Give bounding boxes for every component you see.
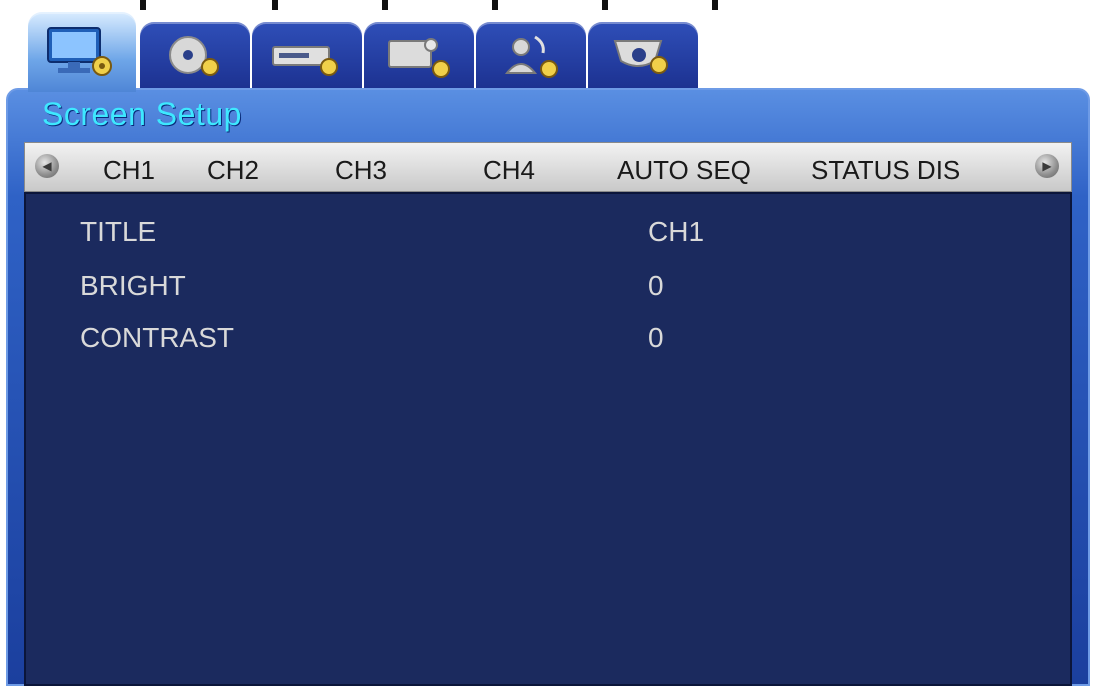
nav-item-ch1[interactable]: CH1 xyxy=(103,155,155,186)
tab-display[interactable] xyxy=(364,22,474,90)
nav-item-ch3[interactable]: CH3 xyxy=(335,155,387,186)
strip-tick xyxy=(492,0,498,10)
channel-navbar: ◀ CH1 CH2 CH3 CH4 AUTO SEQ STATUS DIS ▶ xyxy=(24,142,1072,192)
arrow-right-icon[interactable]: ▶ xyxy=(1035,154,1059,178)
setting-value-title[interactable]: CH1 xyxy=(648,216,704,248)
setting-label-bright: BRIGHT xyxy=(80,270,186,301)
tab-screen-setup[interactable] xyxy=(28,12,136,92)
arrow-left-icon[interactable]: ◀ xyxy=(35,154,59,178)
tab-network[interactable] xyxy=(476,22,586,90)
window-title: Screen Setup xyxy=(42,96,242,132)
setting-label-contrast: CONTRAST xyxy=(80,322,234,353)
nav-item-auto-seq[interactable]: AUTO SEQ xyxy=(617,155,751,186)
monitor-gear-icon xyxy=(47,27,112,76)
strip-tick xyxy=(272,0,278,10)
top-strip xyxy=(0,0,1094,10)
settings-panel: TITLE CH1 BRIGHT 0 CONTRAST 0 xyxy=(24,192,1072,686)
nav-item-ch2[interactable]: CH2 xyxy=(207,155,259,186)
strip-tick xyxy=(382,0,388,10)
monitor-camera-gear-icon xyxy=(388,38,450,78)
network-user-gear-icon xyxy=(504,35,558,78)
setup-window: Screen Setup ◀ CH1 CH2 CH3 CH4 AUTO SEQ … xyxy=(6,88,1090,686)
tab-recorder[interactable] xyxy=(252,22,362,90)
setting-label-title: TITLE xyxy=(80,216,157,247)
recorder-gear-icon xyxy=(272,46,338,76)
tab-disc[interactable] xyxy=(140,22,250,90)
dome-camera-gear-icon xyxy=(613,40,668,74)
setting-value-contrast[interactable]: 0 xyxy=(648,322,664,354)
strip-tick xyxy=(712,0,718,10)
setting-value-bright[interactable]: 0 xyxy=(648,270,664,302)
disc-gear-icon xyxy=(169,36,219,76)
strip-tick xyxy=(140,0,146,10)
nav-item-status-dis[interactable]: STATUS DIS xyxy=(811,155,960,186)
nav-item-ch4[interactable]: CH4 xyxy=(483,155,535,186)
strip-tick xyxy=(602,0,608,10)
tab-camera[interactable] xyxy=(588,22,698,90)
